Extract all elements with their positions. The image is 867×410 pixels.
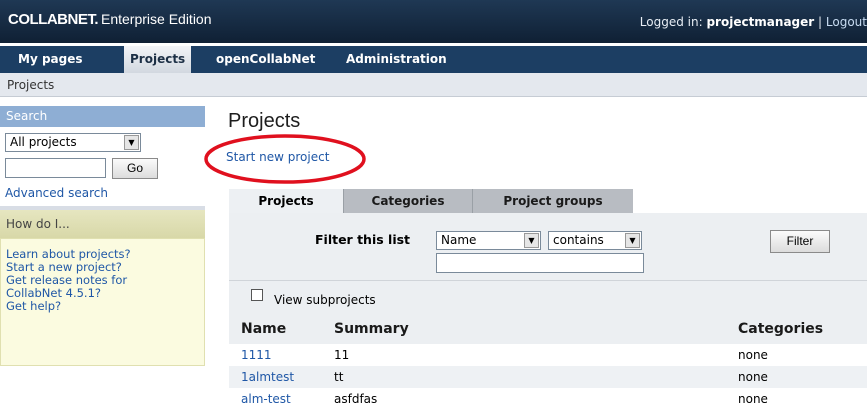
main-nav: My pages Projects openCollabNet Administ… — [0, 43, 867, 73]
login-info: Logged in: projectmanager | Logout — [640, 15, 867, 29]
search-input[interactable] — [5, 158, 106, 178]
filter-operator-value: contains — [553, 233, 604, 247]
nav-administration[interactable]: Administration — [340, 52, 453, 66]
nav-opencollabnet[interactable]: openCollabNet — [210, 52, 321, 66]
project-summary: tt — [334, 370, 344, 384]
table-row: 1almtest tt none — [229, 366, 867, 388]
nav-my-pages[interactable]: My pages — [12, 52, 89, 66]
filter-operator-select[interactable]: contains ▼ — [548, 231, 642, 250]
table-row: alm-test asfdfas none — [229, 388, 867, 410]
chevron-down-icon[interactable]: ▼ — [524, 233, 539, 248]
logo-sub-text: Enterprise Edition — [101, 11, 212, 27]
go-button[interactable]: Go — [112, 158, 158, 179]
table-row: 1111 11 none — [229, 344, 867, 366]
collabnet-logo[interactable]: COLLABNET. Enterprise Edition — [8, 11, 212, 28]
project-name-link[interactable]: 1almtest — [241, 370, 294, 384]
logged-in-user: projectmanager — [706, 15, 815, 29]
chevron-down-icon[interactable]: ▼ — [625, 233, 640, 248]
chevron-down-icon[interactable]: ▼ — [124, 135, 139, 150]
search-scope-select[interactable]: All projects ▼ — [5, 133, 141, 152]
filter-button[interactable]: Filter — [770, 230, 830, 253]
column-header-categories[interactable]: Categories — [738, 321, 823, 337]
project-summary: asfdfas — [334, 392, 378, 406]
breadcrumb-projects[interactable]: Projects — [7, 78, 54, 92]
nav-projects[interactable]: Projects — [124, 46, 192, 73]
howdo-panel: Learn about projects? Start a new projec… — [0, 238, 205, 366]
view-subprojects-label: View subprojects — [274, 293, 376, 307]
column-header-name[interactable]: Name — [241, 321, 286, 337]
filter-divider — [229, 280, 867, 281]
project-categories: none — [738, 392, 768, 406]
project-name-link[interactable]: 1111 — [241, 348, 272, 362]
filter-label: Filter this list — [315, 232, 411, 247]
get-help-link[interactable]: Get help? — [6, 300, 199, 313]
tab-categories[interactable]: Categories — [343, 189, 472, 213]
advanced-search-link[interactable]: Advanced search — [5, 186, 108, 200]
logo-main-text: COLLABNET. — [8, 11, 99, 28]
sidebar: Search All projects ▼ Go Advanced search… — [0, 98, 205, 406]
project-summary: 11 — [334, 348, 350, 362]
breadcrumb: Projects — [0, 73, 867, 97]
project-tabs: Projects Categories Project groups — [229, 189, 633, 213]
header-separator: | — [818, 15, 823, 29]
page-title: Projects — [228, 110, 301, 132]
filter-field-value: Name — [441, 233, 477, 247]
project-name-link[interactable]: alm-test — [241, 392, 291, 406]
project-list-panel: Filter this list Name ▼ contains ▼ Filte… — [229, 213, 867, 410]
filter-field-select[interactable]: Name ▼ — [436, 231, 541, 250]
logout-link[interactable]: Logout — [826, 15, 867, 29]
logged-in-label: Logged in: — [639, 15, 703, 29]
howdo-panel-title: How do I... — [0, 210, 205, 238]
tab-project-groups[interactable]: Project groups — [472, 189, 633, 213]
top-header: COLLABNET. Enterprise Edition Logged in: … — [0, 0, 867, 43]
filter-text-input[interactable] — [436, 253, 644, 273]
search-panel-title: Search — [0, 106, 205, 127]
tab-projects[interactable]: Projects — [229, 189, 343, 213]
project-categories: none — [738, 370, 768, 384]
start-new-project-link[interactable]: Start new project — [226, 150, 329, 164]
project-categories: none — [738, 348, 768, 362]
search-scope-value: All projects — [10, 135, 77, 149]
column-header-summary[interactable]: Summary — [334, 321, 409, 337]
view-subprojects-checkbox[interactable] — [251, 289, 263, 301]
